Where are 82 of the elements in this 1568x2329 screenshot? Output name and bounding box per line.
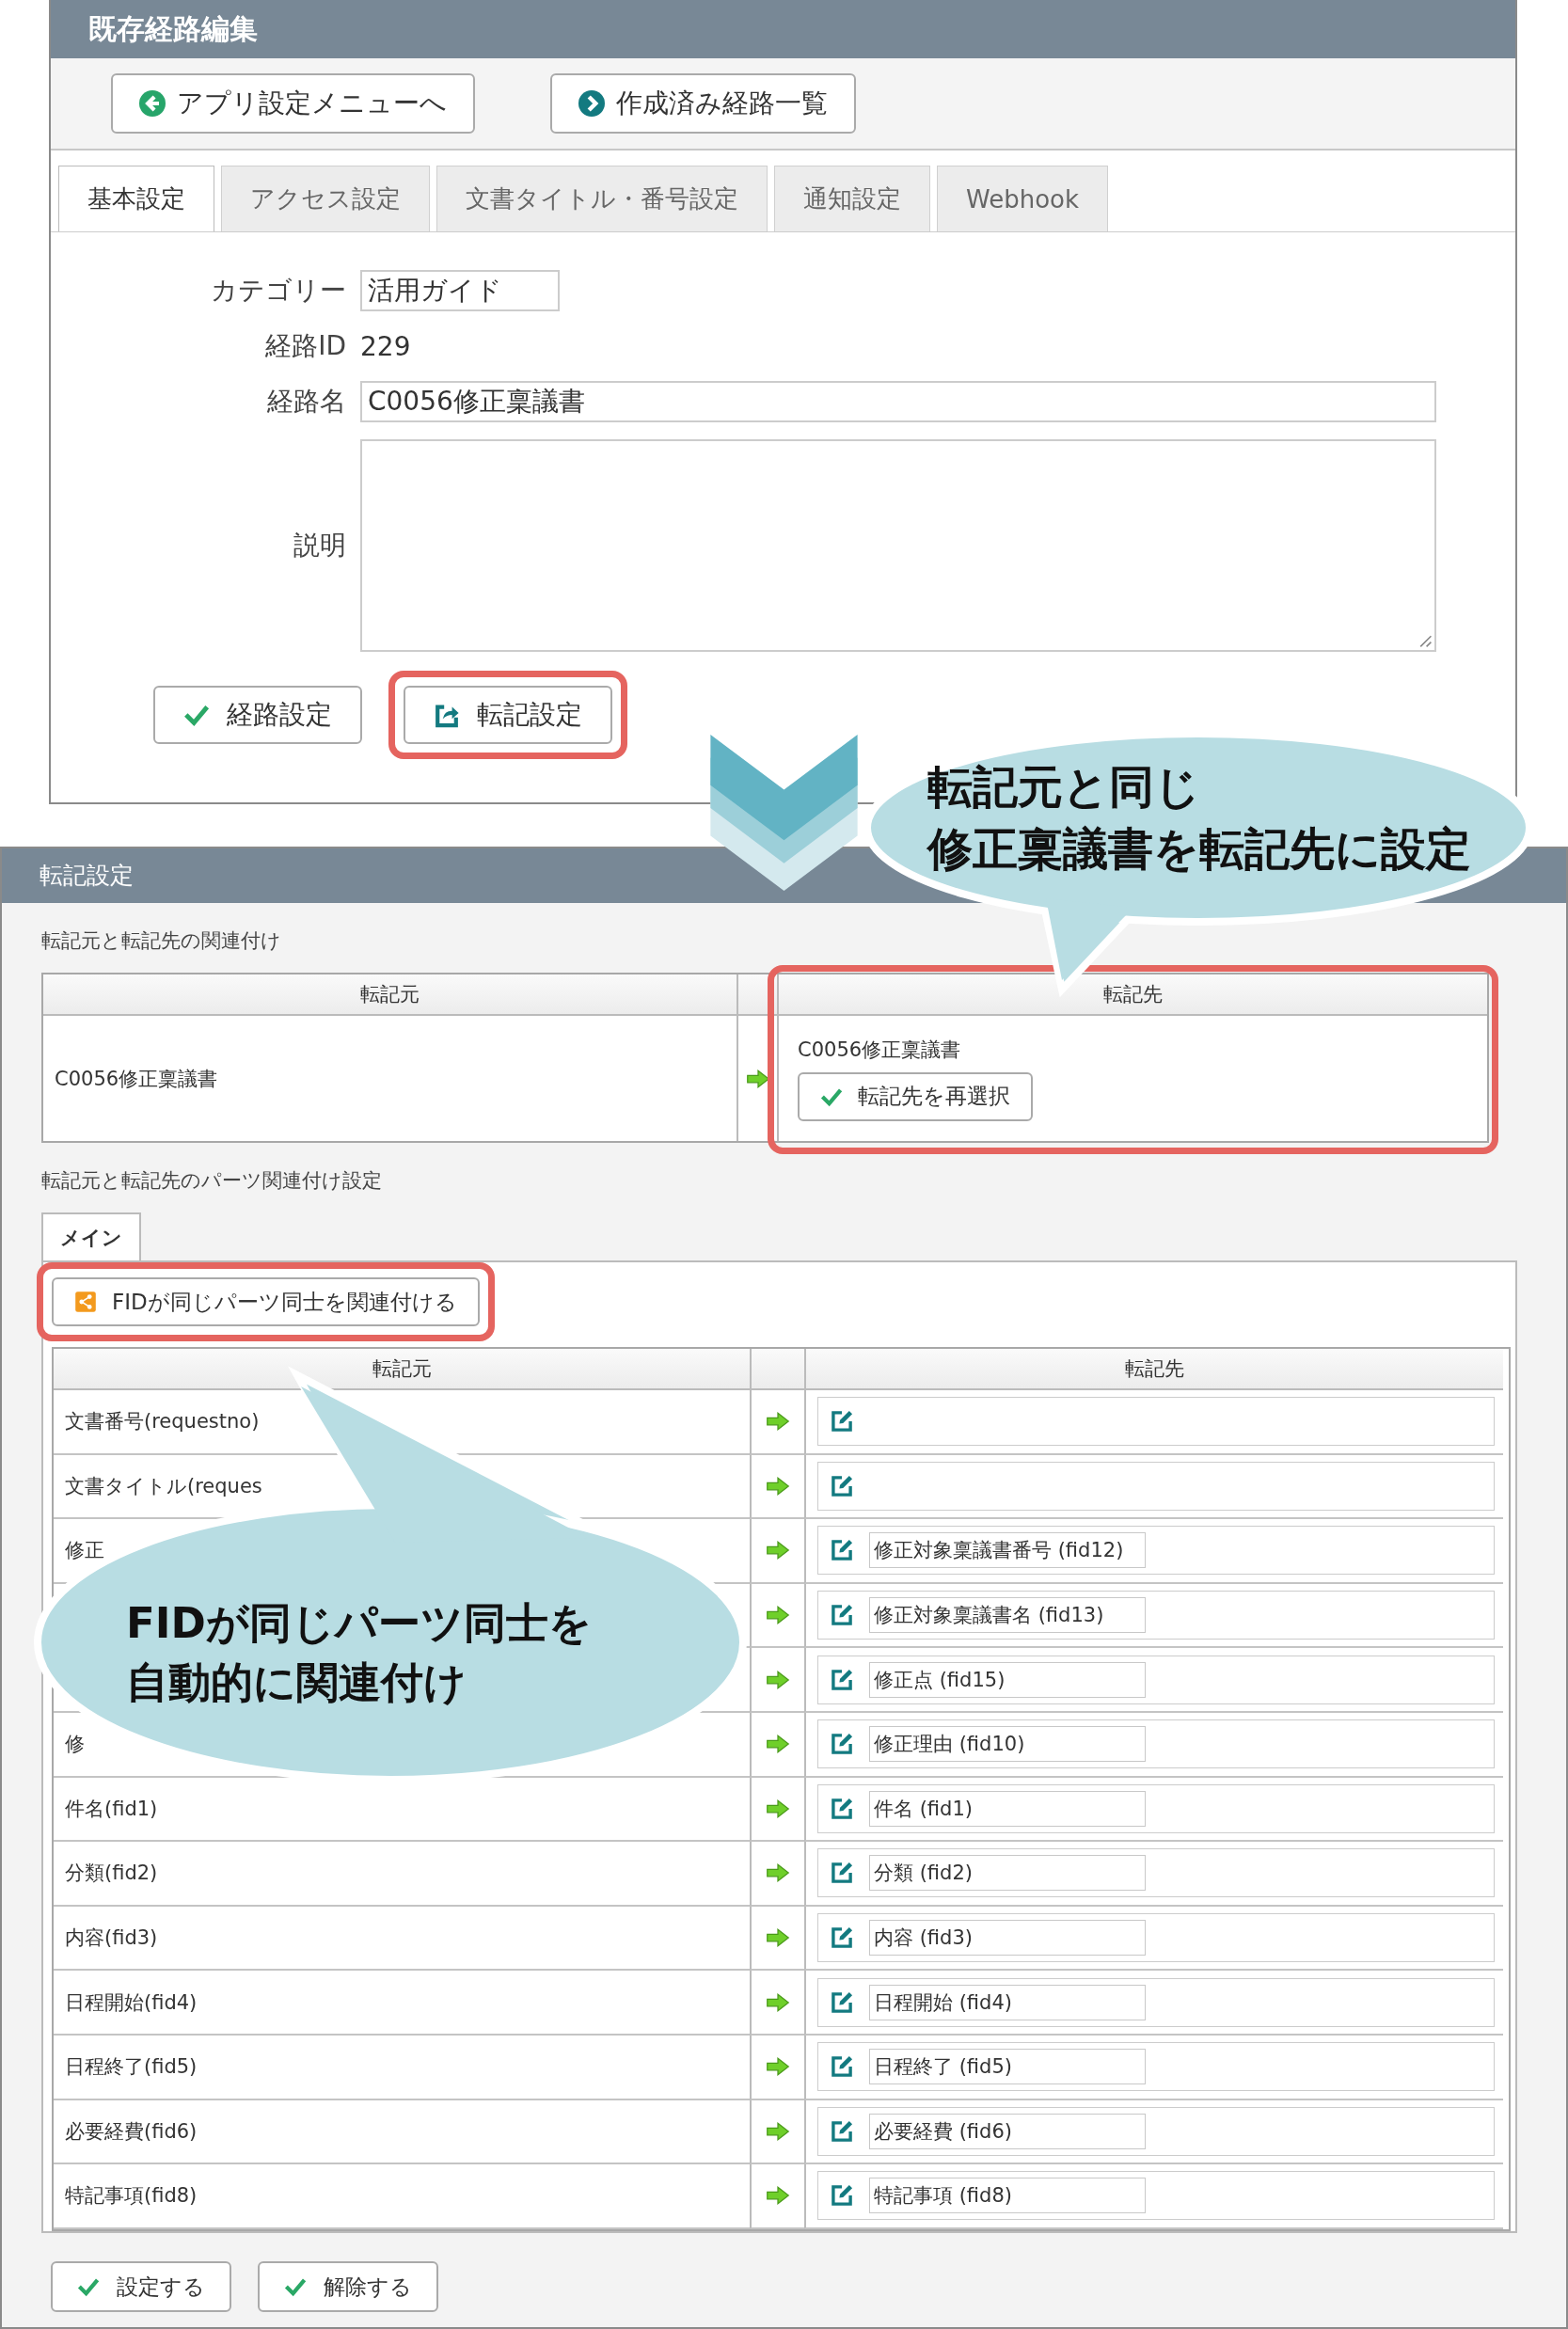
section-label: 転記元と転記先の関連付け [41, 928, 282, 954]
table-cell: 日程終了(fid5) [54, 2035, 750, 2100]
tab[interactable]: 基本設定 [58, 166, 214, 231]
action-button[interactable]: 経路設定 [153, 686, 362, 744]
edit-icon[interactable] [830, 1732, 854, 1757]
edit-icon[interactable] [830, 1667, 854, 1692]
arrow-right-icon [766, 1541, 790, 1561]
column-header: 転記先 [779, 974, 1487, 1016]
arrow-right-icon [766, 1863, 790, 1883]
tab[interactable]: 通知設定 [774, 166, 930, 231]
arrow-right-icon [745, 1069, 770, 1088]
action-button[interactable]: 転記設定 [404, 686, 612, 744]
target-field[interactable]: 特記事項 (fid8) [869, 2178, 1146, 2214]
arrow-right-icon [766, 2057, 790, 2077]
arrow-right-icon [766, 1798, 790, 1818]
target-field[interactable]: 日程開始 (fid4) [869, 1984, 1146, 2020]
target-field[interactable]: 修正対象稟議書番号 (fid12) [869, 1532, 1146, 1569]
target-field[interactable]: 分類 (fid2) [869, 1855, 1146, 1892]
edit-icon[interactable] [830, 1409, 854, 1434]
chevron-down-icon [710, 735, 858, 891]
panel-title: 既存経路編集 [51, 0, 1515, 58]
forward-icon [578, 90, 605, 117]
column-header: 転記元 [54, 1349, 750, 1390]
arrow-right-icon [766, 1992, 790, 2012]
target-field[interactable]: 修正対象稟議書名 (fid13) [869, 1597, 1146, 1634]
edit-icon[interactable] [830, 2183, 854, 2209]
arrow-right-icon [766, 1670, 790, 1689]
edit-icon[interactable] [830, 2118, 854, 2144]
target-field[interactable]: 内容 (fid3) [869, 1920, 1146, 1957]
fid-link-button[interactable]: FIDが同じパーツ同士を関連付ける [52, 1277, 480, 1326]
resize-grip-icon [1418, 633, 1433, 648]
field-label: 経路名 [266, 385, 346, 419]
table-cell: 特記事項(fid8) [54, 2164, 750, 2229]
arrow-right-icon [766, 2186, 790, 2206]
callout-text: 転記元と同じ 修正稟議書を転記先に設定 [927, 759, 1471, 877]
target-name: C0056修正稟議書 [798, 1037, 961, 1063]
arrow-right-icon [766, 1606, 790, 1625]
target-field[interactable]: 日程終了 (fid5) [869, 2049, 1146, 2085]
nav-button[interactable]: 作成済み経路一覧 [550, 73, 856, 134]
table-cell: 分類(fid2) [54, 1842, 750, 1907]
edit-icon[interactable] [830, 2054, 854, 2080]
target-field[interactable]: 件名 (fid1) [869, 1790, 1146, 1827]
tab[interactable]: メイン [41, 1212, 141, 1260]
edit-icon[interactable] [830, 1603, 854, 1628]
back-icon [139, 90, 166, 117]
table-cell-text: C0056修正稟議書 [54, 1066, 219, 1092]
action-button[interactable]: 解除する [258, 2261, 438, 2312]
target-field[interactable]: 修正点 (fid15) [869, 1661, 1146, 1698]
action-button[interactable]: 設定する [51, 2261, 231, 2312]
arrow-right-icon [766, 1476, 790, 1496]
tab[interactable]: 文書タイトル・番号設定 [436, 166, 768, 231]
arrow-right-icon [766, 1735, 790, 1754]
table-cell: 日程開始(fid4) [54, 1971, 750, 2036]
tab[interactable]: アクセス設定 [221, 166, 430, 231]
edit-icon[interactable] [830, 1796, 854, 1821]
target-field[interactable]: 必要経費 (fid6) [869, 2113, 1146, 2149]
table-cell: 必要経費(fid6) [54, 2099, 750, 2165]
route-id-value: 229 [360, 330, 411, 362]
arrow-right-icon [766, 2121, 790, 2141]
column-header: 転記元 [43, 974, 736, 1016]
edit-icon[interactable] [830, 1473, 854, 1498]
table-cell: 内容(fid3) [54, 1906, 750, 1972]
tab[interactable]: Webhook [937, 166, 1109, 231]
arrow-right-icon [766, 1412, 790, 1432]
reselect-button[interactable]: 転記先を再選択 [798, 1071, 1033, 1121]
edit-icon[interactable] [830, 1538, 854, 1563]
nav-button[interactable]: アプリ設定メニューへ [111, 73, 475, 134]
edit-icon[interactable] [830, 1861, 854, 1886]
callout-text: FIDが同じパーツ同士を 自動的に関連付け [126, 1597, 592, 1709]
field-label: 説明 [293, 529, 346, 562]
edit-icon[interactable] [830, 1989, 854, 2015]
section-label: 転記元と転記先のパーツ関連付け設定 [41, 1168, 383, 1194]
arrow-right-icon [766, 1928, 790, 1948]
column-header: 転記先 [804, 1349, 1503, 1390]
share-icon [74, 1291, 97, 1313]
route-name-field[interactable]: C0056修正稟議書 [360, 381, 1436, 422]
target-field[interactable]: 修正理由 (fid10) [869, 1726, 1146, 1763]
category-field[interactable]: 活用ガイド [360, 270, 560, 311]
field-label: 経路ID [264, 329, 346, 363]
field-label: カテゴリー [210, 274, 346, 308]
description-field[interactable] [360, 439, 1436, 652]
edit-icon[interactable] [830, 1925, 854, 1951]
